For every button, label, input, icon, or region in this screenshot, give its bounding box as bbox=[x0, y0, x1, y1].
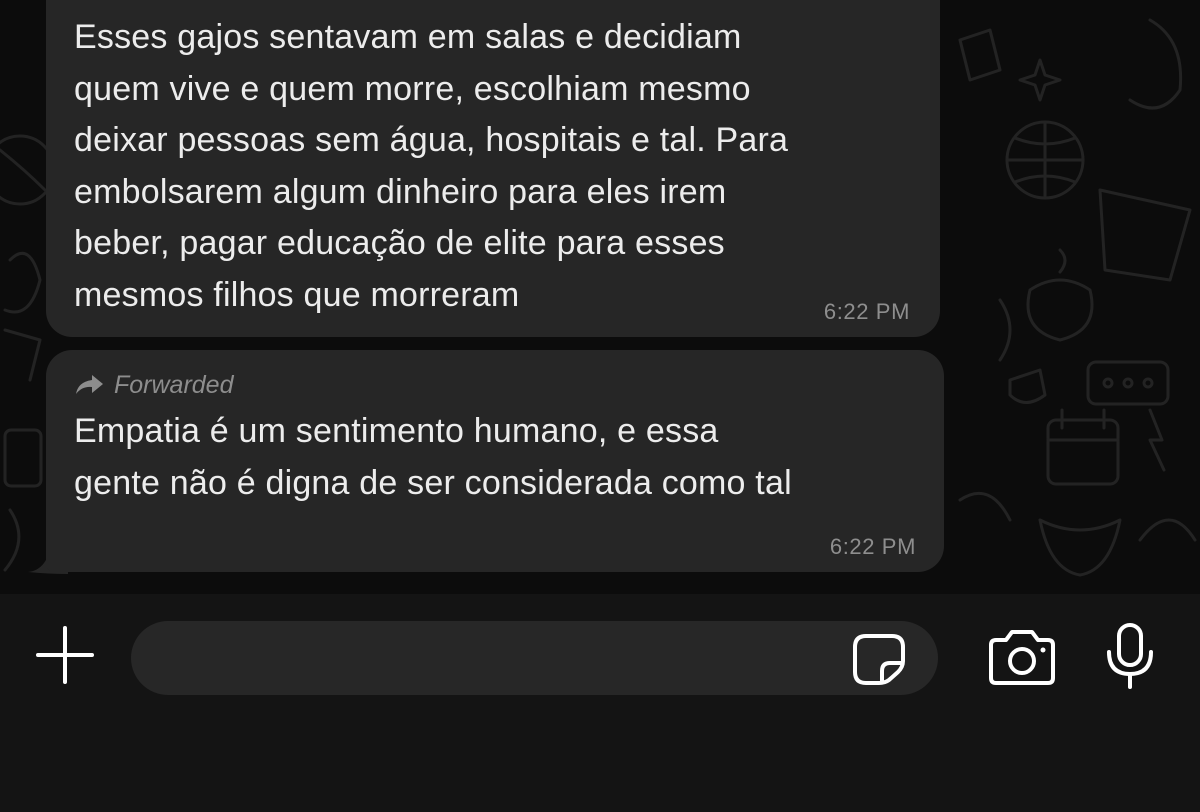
message-text: Esses gajos sentavam em salas e decidiam… bbox=[74, 18, 789, 314]
camera-icon[interactable] bbox=[988, 628, 1056, 686]
sticker-icon[interactable] bbox=[852, 633, 906, 685]
plus-icon[interactable] bbox=[36, 626, 94, 684]
message-bubble-forwarded[interactable]: Forwarded Empatia é um sentimento humano… bbox=[46, 350, 944, 572]
chat-screen: Esses gajos sentavam em salas e decidiam… bbox=[0, 0, 1200, 812]
message-timestamp: 6:22 PM bbox=[823, 299, 910, 324]
microphone-icon[interactable] bbox=[1104, 622, 1156, 690]
message-text: Empatia é um sentimento humano, e essa g… bbox=[74, 412, 792, 502]
message-timestamp: 6:22 PM bbox=[829, 534, 916, 559]
chat-messages-area[interactable]: Esses gajos sentavam em salas e decidiam… bbox=[0, 0, 1200, 594]
message-input[interactable] bbox=[131, 621, 938, 695]
forwarded-label: Forwarded bbox=[74, 370, 916, 400]
message-bubble[interactable]: Esses gajos sentavam em salas e decidiam… bbox=[46, 0, 940, 337]
forward-arrow-icon bbox=[76, 375, 103, 394]
forwarded-text: Forwarded bbox=[114, 370, 234, 399]
